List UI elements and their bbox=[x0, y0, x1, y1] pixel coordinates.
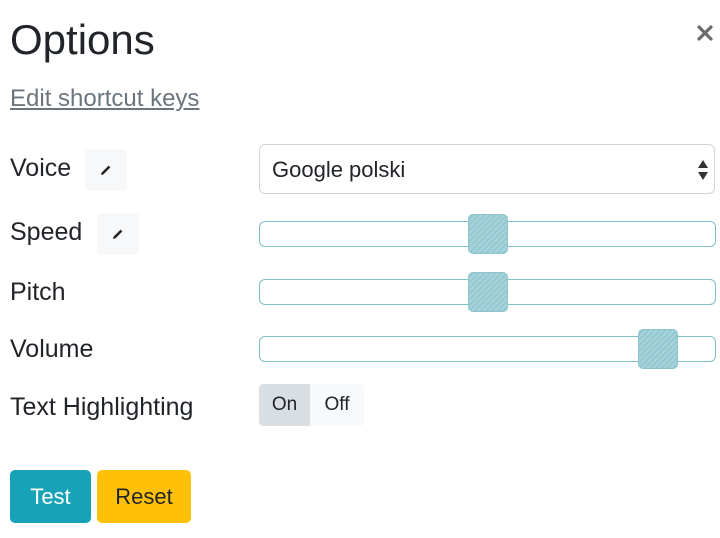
speed-edit-button[interactable] bbox=[97, 213, 139, 255]
pitch-slider-thumb[interactable] bbox=[468, 272, 508, 312]
reset-button[interactable]: Reset bbox=[97, 470, 191, 523]
pencil-icon bbox=[101, 165, 111, 175]
highlighting-off-option[interactable]: Off bbox=[310, 384, 364, 426]
voice-select-value: Google polski bbox=[272, 157, 406, 182]
speed-slider-thumb[interactable] bbox=[468, 214, 508, 254]
voice-label: Voice bbox=[10, 154, 72, 182]
select-arrows-icon bbox=[698, 160, 708, 180]
text-highlighting-toggle: On Off bbox=[259, 384, 364, 426]
speed-label: Speed bbox=[10, 218, 83, 246]
volume-slider[interactable] bbox=[259, 329, 716, 369]
voice-select[interactable]: Google polski bbox=[259, 144, 715, 194]
options-dialog: Options Edit shortcut keys Voice Google … bbox=[0, 0, 720, 538]
edit-shortcut-keys-link[interactable]: Edit shortcut keys bbox=[10, 84, 199, 114]
pitch-slider[interactable] bbox=[259, 272, 716, 312]
pencil-icon bbox=[113, 229, 123, 239]
dialog-title: Options bbox=[10, 16, 155, 63]
highlighting-on-option[interactable]: On bbox=[259, 384, 310, 426]
close-button[interactable] bbox=[692, 20, 718, 46]
speed-slider[interactable] bbox=[259, 214, 716, 254]
volume-slider-thumb[interactable] bbox=[638, 329, 678, 369]
test-button[interactable]: Test bbox=[10, 470, 91, 523]
text-highlighting-label: Text Highlighting bbox=[10, 393, 194, 421]
voice-edit-button[interactable] bbox=[85, 149, 127, 191]
pitch-label: Pitch bbox=[10, 278, 66, 306]
volume-label: Volume bbox=[10, 335, 94, 363]
close-icon bbox=[697, 25, 713, 41]
